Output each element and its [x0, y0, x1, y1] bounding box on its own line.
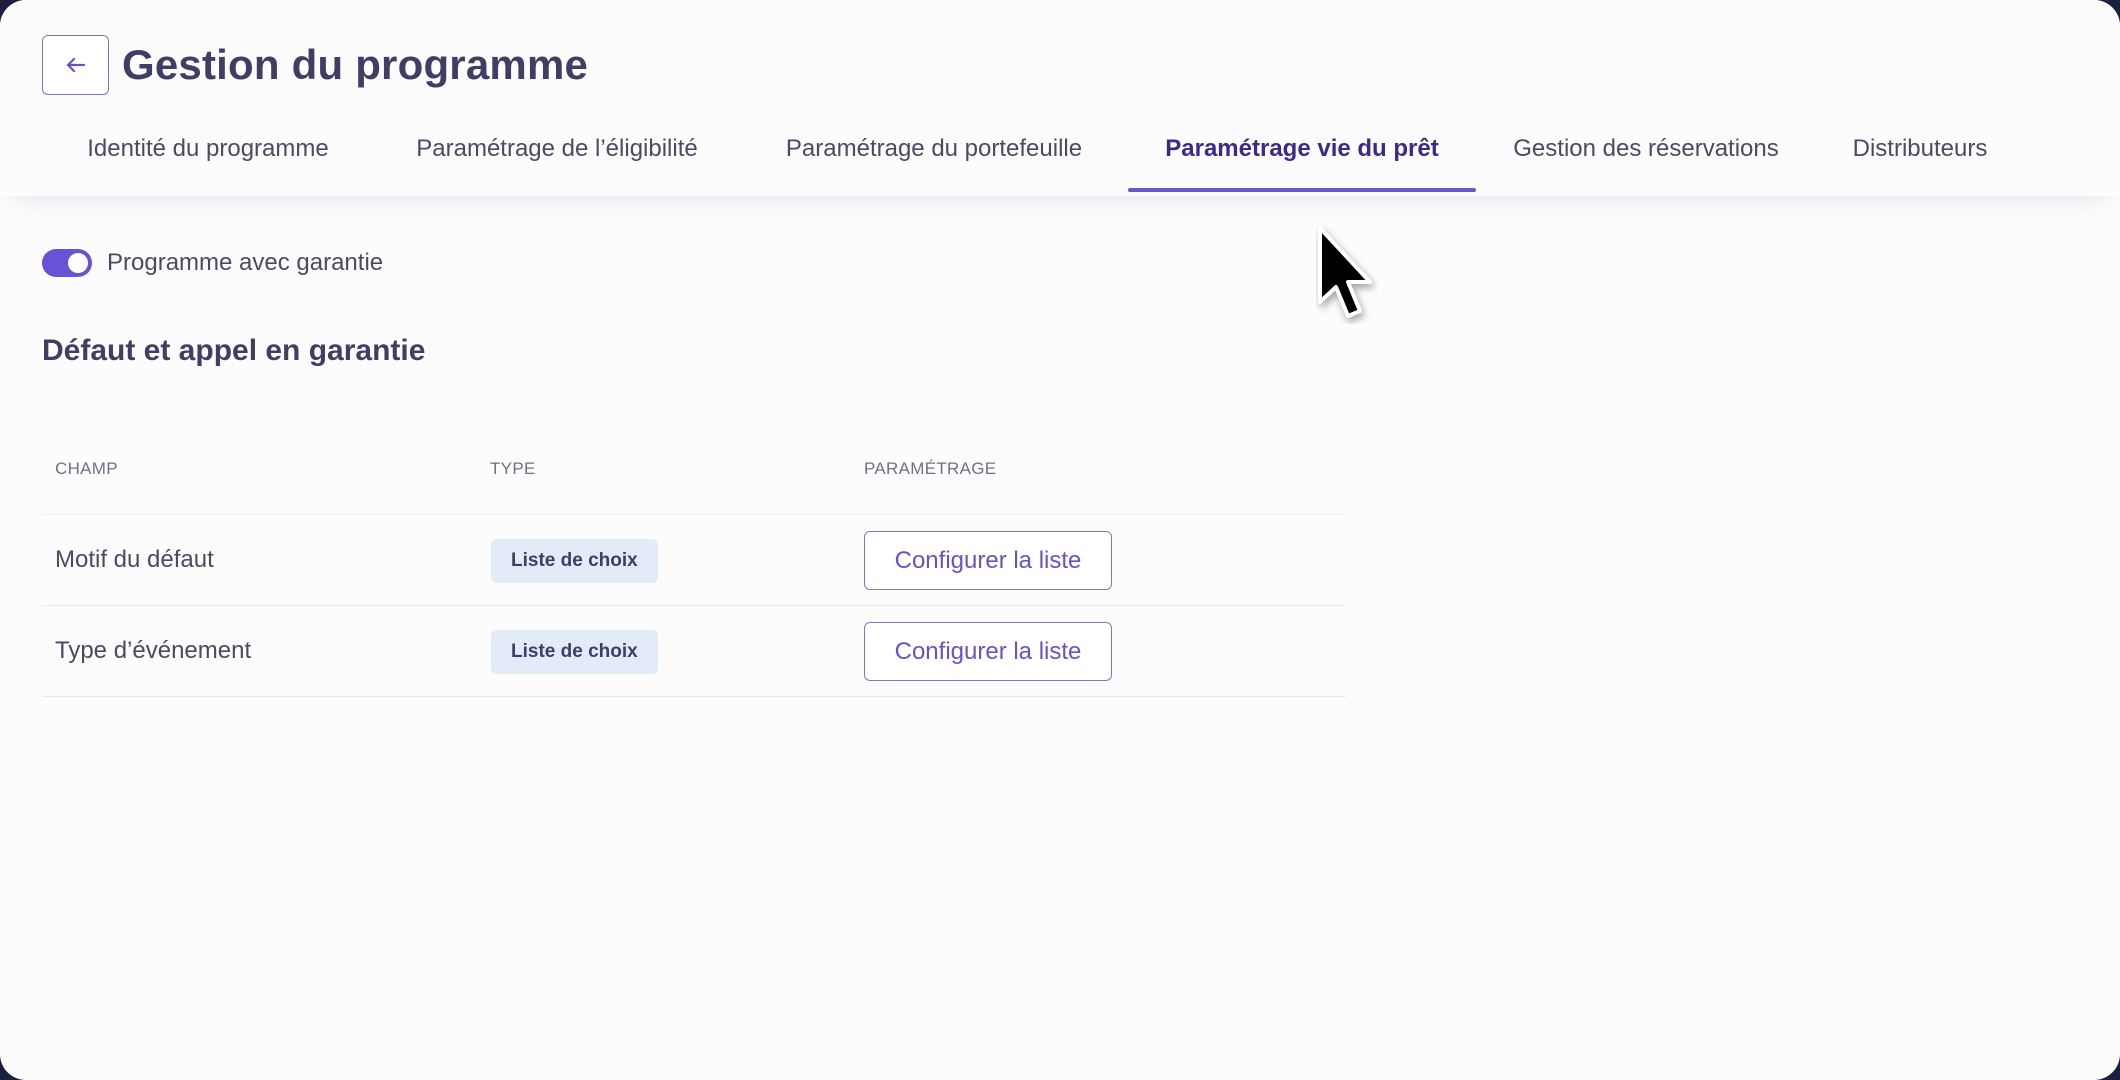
column-header-type: TYPE: [490, 459, 536, 478]
tab-distributeurs[interactable]: Distributeurs: [1826, 120, 2014, 192]
guarantee-toggle-label: Programme avec garantie: [107, 249, 384, 276]
tab-identite[interactable]: Identité du programme: [48, 120, 368, 192]
mouse-pointer-icon: [1318, 226, 1372, 318]
tab-eligibilite[interactable]: Paramétrage de l’éligibilité: [380, 120, 734, 192]
tab-portefeuille[interactable]: Paramétrage du portefeuille: [748, 120, 1120, 192]
back-button[interactable]: [42, 35, 109, 95]
tab-reservations[interactable]: Gestion des réservations: [1488, 120, 1804, 192]
type-badge: Liste de choix: [491, 539, 658, 583]
page-header: Gestion du programme Identité du program…: [0, 0, 2120, 196]
app-window: Gestion du programme Identité du program…: [0, 0, 2120, 1080]
section-title: Défaut et appel en garantie: [42, 334, 426, 367]
type-badge: Liste de choix: [491, 630, 658, 674]
column-header-parametrage: PARAMÉTRAGE: [864, 459, 997, 478]
page-title: Gestion du programme: [122, 41, 589, 88]
field-name: Motif du défaut: [55, 546, 214, 573]
table-row: Type d’événement Liste de choix Configur…: [42, 606, 1346, 697]
toggle-knob: [68, 253, 88, 273]
field-name: Type d’événement: [55, 637, 252, 664]
tab-vie-du-pret[interactable]: Paramétrage vie du prêt: [1128, 120, 1476, 192]
tab-bar: Identité du programme Paramétrage de l’é…: [0, 120, 2120, 192]
configure-list-button[interactable]: Configurer la liste: [864, 622, 1112, 681]
column-header-champ: CHAMP: [55, 459, 118, 478]
table-row: Motif du défaut Liste de choix Configure…: [42, 515, 1346, 606]
configure-list-button[interactable]: Configurer la liste: [864, 531, 1112, 590]
arrow-left-icon: [66, 58, 85, 72]
guarantee-toggle[interactable]: [42, 249, 92, 277]
